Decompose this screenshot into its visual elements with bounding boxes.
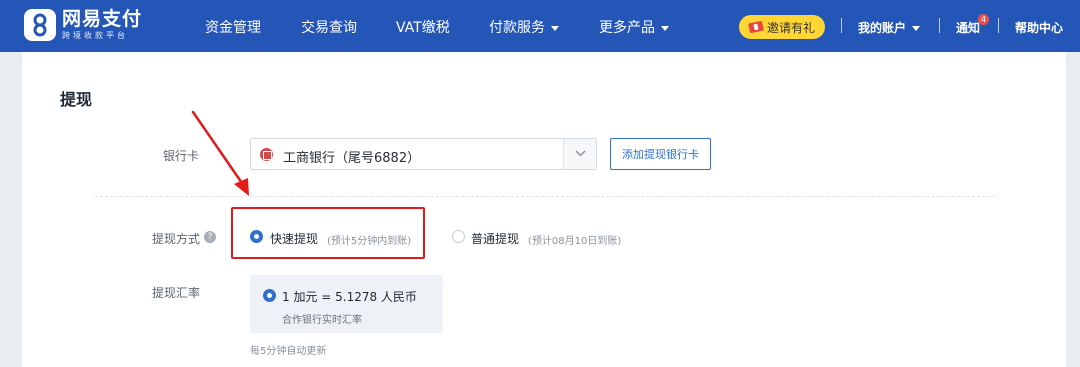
annotation-arrow-icon — [191, 110, 249, 196]
